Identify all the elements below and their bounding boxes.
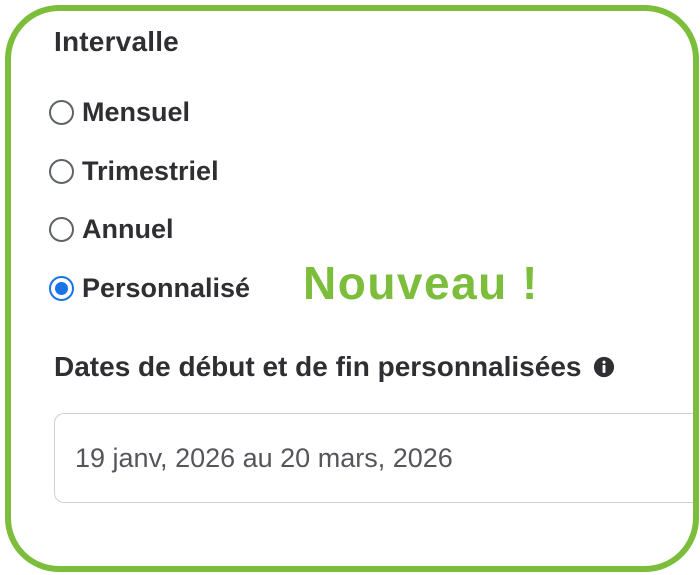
radio-label: Personnalisé <box>82 273 251 303</box>
radio-button[interactable] <box>49 217 74 242</box>
radio-option-yearly[interactable]: Annuel <box>49 214 174 245</box>
radio-button[interactable] <box>49 159 74 184</box>
custom-dates-input[interactable]: 19 janv, 2026 au 20 mars, 2026 <box>54 413 693 503</box>
custom-dates-value: 19 janv, 2026 au 20 mars, 2026 <box>75 442 453 473</box>
radio-option-custom[interactable]: Personnalisé <box>49 273 250 304</box>
radio-label: Annuel <box>82 214 174 244</box>
radio-label: Trimestriel <box>82 156 219 186</box>
radio-option-quarterly[interactable]: Trimestriel <box>49 156 219 187</box>
interval-settings-card: Intervalle Mensuel Trimestriel Annuel Pe… <box>5 5 699 572</box>
custom-dates-label: Dates de début et de fin personnalisées <box>54 351 615 383</box>
interval-title: Intervalle <box>54 26 179 57</box>
radio-button[interactable] <box>49 100 74 125</box>
custom-dates-label-text: Dates de début et de fin personnalisées <box>54 351 582 382</box>
radio-option-monthly[interactable]: Mensuel <box>49 97 190 128</box>
info-icon[interactable] <box>593 356 615 378</box>
radio-button-selected[interactable] <box>49 276 74 301</box>
new-badge: Nouveau ! <box>303 257 539 309</box>
radio-label: Mensuel <box>82 97 191 127</box>
